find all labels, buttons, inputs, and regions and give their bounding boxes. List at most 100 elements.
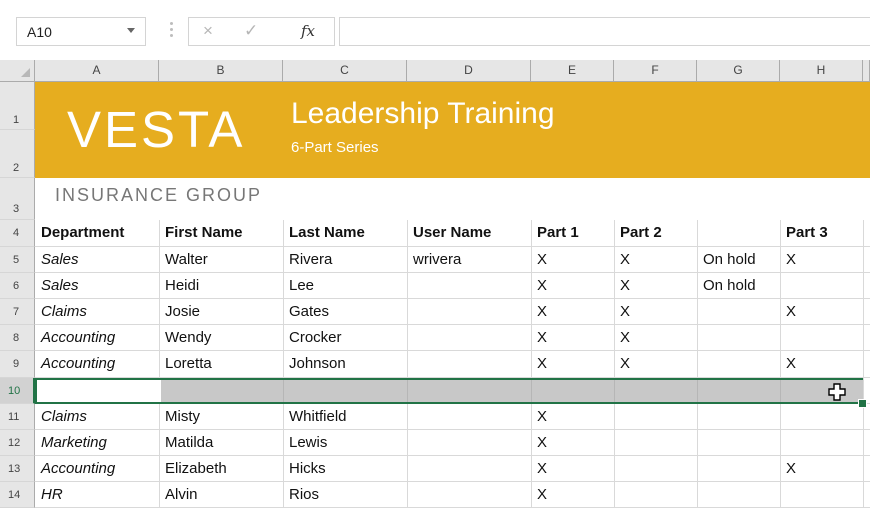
row-header-14[interactable]: 14 [0, 482, 35, 508]
table-header-cell[interactable]: Department [35, 221, 159, 245]
table-cell[interactable]: wrivera [407, 248, 531, 272]
row-header-10[interactable]: 10 [0, 378, 35, 404]
table-cell[interactable]: X [531, 248, 614, 272]
table-cell[interactable]: X [531, 457, 614, 481]
table-cell[interactable]: X [614, 326, 697, 350]
row-header-3[interactable]: 3 [0, 178, 35, 220]
column-header-b[interactable]: B [159, 60, 283, 82]
table-cell[interactable]: Sales [35, 274, 159, 298]
table-cell[interactable]: X [531, 326, 614, 350]
worksheet-grid[interactable]: ABCDEFGH 1 2 3 4 5 6 7 8 9 10 11 12 13 14 VESTA Leade… [0, 55, 870, 508]
table-cell[interactable]: Rios [283, 483, 407, 507]
table-cell[interactable]: Alvin [159, 483, 283, 507]
column-header-c[interactable]: C [283, 60, 407, 82]
column-header-i[interactable] [863, 60, 870, 82]
row-header-1[interactable]: 1 [0, 82, 35, 130]
name-box-value: A10 [27, 24, 52, 40]
column-header-d[interactable]: D [407, 60, 531, 82]
company-subtitle: INSURANCE GROUP [55, 185, 263, 205]
table-cell[interactable]: Claims [35, 405, 159, 429]
table-cell[interactable]: X [531, 483, 614, 507]
row-header-4[interactable]: 4 [0, 220, 35, 247]
table-cell[interactable]: On hold [697, 248, 780, 272]
table-cell[interactable]: Matilda [159, 431, 283, 455]
column-header-a[interactable]: A [35, 60, 159, 82]
table-cell[interactable]: Whitfield [283, 405, 407, 429]
cancel-icon[interactable]: × [203, 21, 213, 41]
table-cell[interactable]: X [531, 405, 614, 429]
row-header-7[interactable]: 7 [0, 299, 35, 325]
table-header-cell[interactable]: Part 2 [614, 221, 697, 245]
gridline-horizontal [35, 481, 870, 482]
gridline-vertical [614, 380, 615, 402]
table-cell[interactable]: Gates [283, 300, 407, 324]
table-header-cell[interactable] [697, 221, 780, 245]
table-cell[interactable]: Wendy [159, 326, 283, 350]
row-header-11[interactable]: 11 [0, 404, 35, 430]
enter-check-icon[interactable]: ✓ [244, 21, 258, 41]
insert-function-icon[interactable]: fx [301, 22, 315, 40]
gridline-horizontal [35, 298, 870, 299]
table-cell[interactable]: Heidi [159, 274, 283, 298]
column-header-h[interactable]: H [780, 60, 863, 82]
row-header-13[interactable]: 13 [0, 456, 35, 482]
row-header-6[interactable]: 6 [0, 273, 35, 299]
table-cell[interactable]: Crocker [283, 326, 407, 350]
column-header-e[interactable]: E [531, 60, 614, 82]
table-header-cell[interactable]: Last Name [283, 221, 407, 245]
table-cell[interactable]: X [780, 300, 863, 324]
formula-input[interactable] [339, 17, 870, 46]
table-cell[interactable]: X [614, 300, 697, 324]
table-cell[interactable]: HR [35, 483, 159, 507]
row-header-2[interactable]: 2 [0, 130, 35, 178]
table-cell[interactable]: X [614, 352, 697, 376]
table-cell[interactable]: Loretta [159, 352, 283, 376]
table-cell[interactable]: On hold [697, 274, 780, 298]
column-header-g[interactable]: G [697, 60, 780, 82]
company-logo: VESTA [67, 101, 246, 158]
chevron-down-icon[interactable] [127, 28, 135, 33]
table-cell[interactable]: X [531, 352, 614, 376]
table-cell[interactable]: Accounting [35, 326, 159, 350]
table-cell[interactable]: X [780, 248, 863, 272]
table-cell[interactable]: X [531, 431, 614, 455]
formula-buttons: × ✓ fx [188, 17, 335, 46]
table-cell[interactable]: Josie [159, 300, 283, 324]
cell-select-cursor-icon [828, 383, 846, 401]
table-header-cell[interactable]: First Name [159, 221, 283, 245]
row-header-5[interactable]: 5 [0, 247, 35, 273]
table-cell[interactable]: Lewis [283, 431, 407, 455]
name-box[interactable]: A10 [16, 17, 146, 46]
row-header-8[interactable]: 8 [0, 325, 35, 351]
table-header-cell[interactable]: Part 1 [531, 221, 614, 245]
table-header-cell[interactable]: Part 3 [780, 221, 863, 245]
table-cell[interactable]: Accounting [35, 457, 159, 481]
table-cell[interactable]: Rivera [283, 248, 407, 272]
table-cell[interactable]: Claims [35, 300, 159, 324]
banner: VESTA Leadership Training 6-Part Series [35, 82, 870, 178]
drag-handle-icon[interactable] [170, 22, 173, 38]
table-cell[interactable]: Johnson [283, 352, 407, 376]
table-cell[interactable]: Misty [159, 405, 283, 429]
table-cell[interactable]: Hicks [283, 457, 407, 481]
select-all-button[interactable] [0, 60, 35, 82]
table-cell[interactable]: X [531, 274, 614, 298]
table-cell[interactable]: Walter [159, 248, 283, 272]
table-cell[interactable]: X [614, 248, 697, 272]
fill-handle[interactable] [858, 399, 867, 408]
table-header-cell[interactable]: User Name [407, 221, 531, 245]
row-header-9[interactable]: 9 [0, 351, 35, 378]
table-cell[interactable]: X [531, 300, 614, 324]
selected-row-10[interactable] [35, 378, 863, 404]
table-cell[interactable]: Elizabeth [159, 457, 283, 481]
row-header-12[interactable]: 12 [0, 430, 35, 456]
table-cell[interactable]: Sales [35, 248, 159, 272]
table-cell[interactable]: X [780, 457, 863, 481]
table-cell[interactable]: Accounting [35, 352, 159, 376]
table-cell[interactable]: X [780, 352, 863, 376]
table-cell[interactable]: Lee [283, 274, 407, 298]
gridline-horizontal [35, 246, 870, 247]
table-cell[interactable]: Marketing [35, 431, 159, 455]
table-cell[interactable]: X [614, 274, 697, 298]
column-header-f[interactable]: F [614, 60, 697, 82]
